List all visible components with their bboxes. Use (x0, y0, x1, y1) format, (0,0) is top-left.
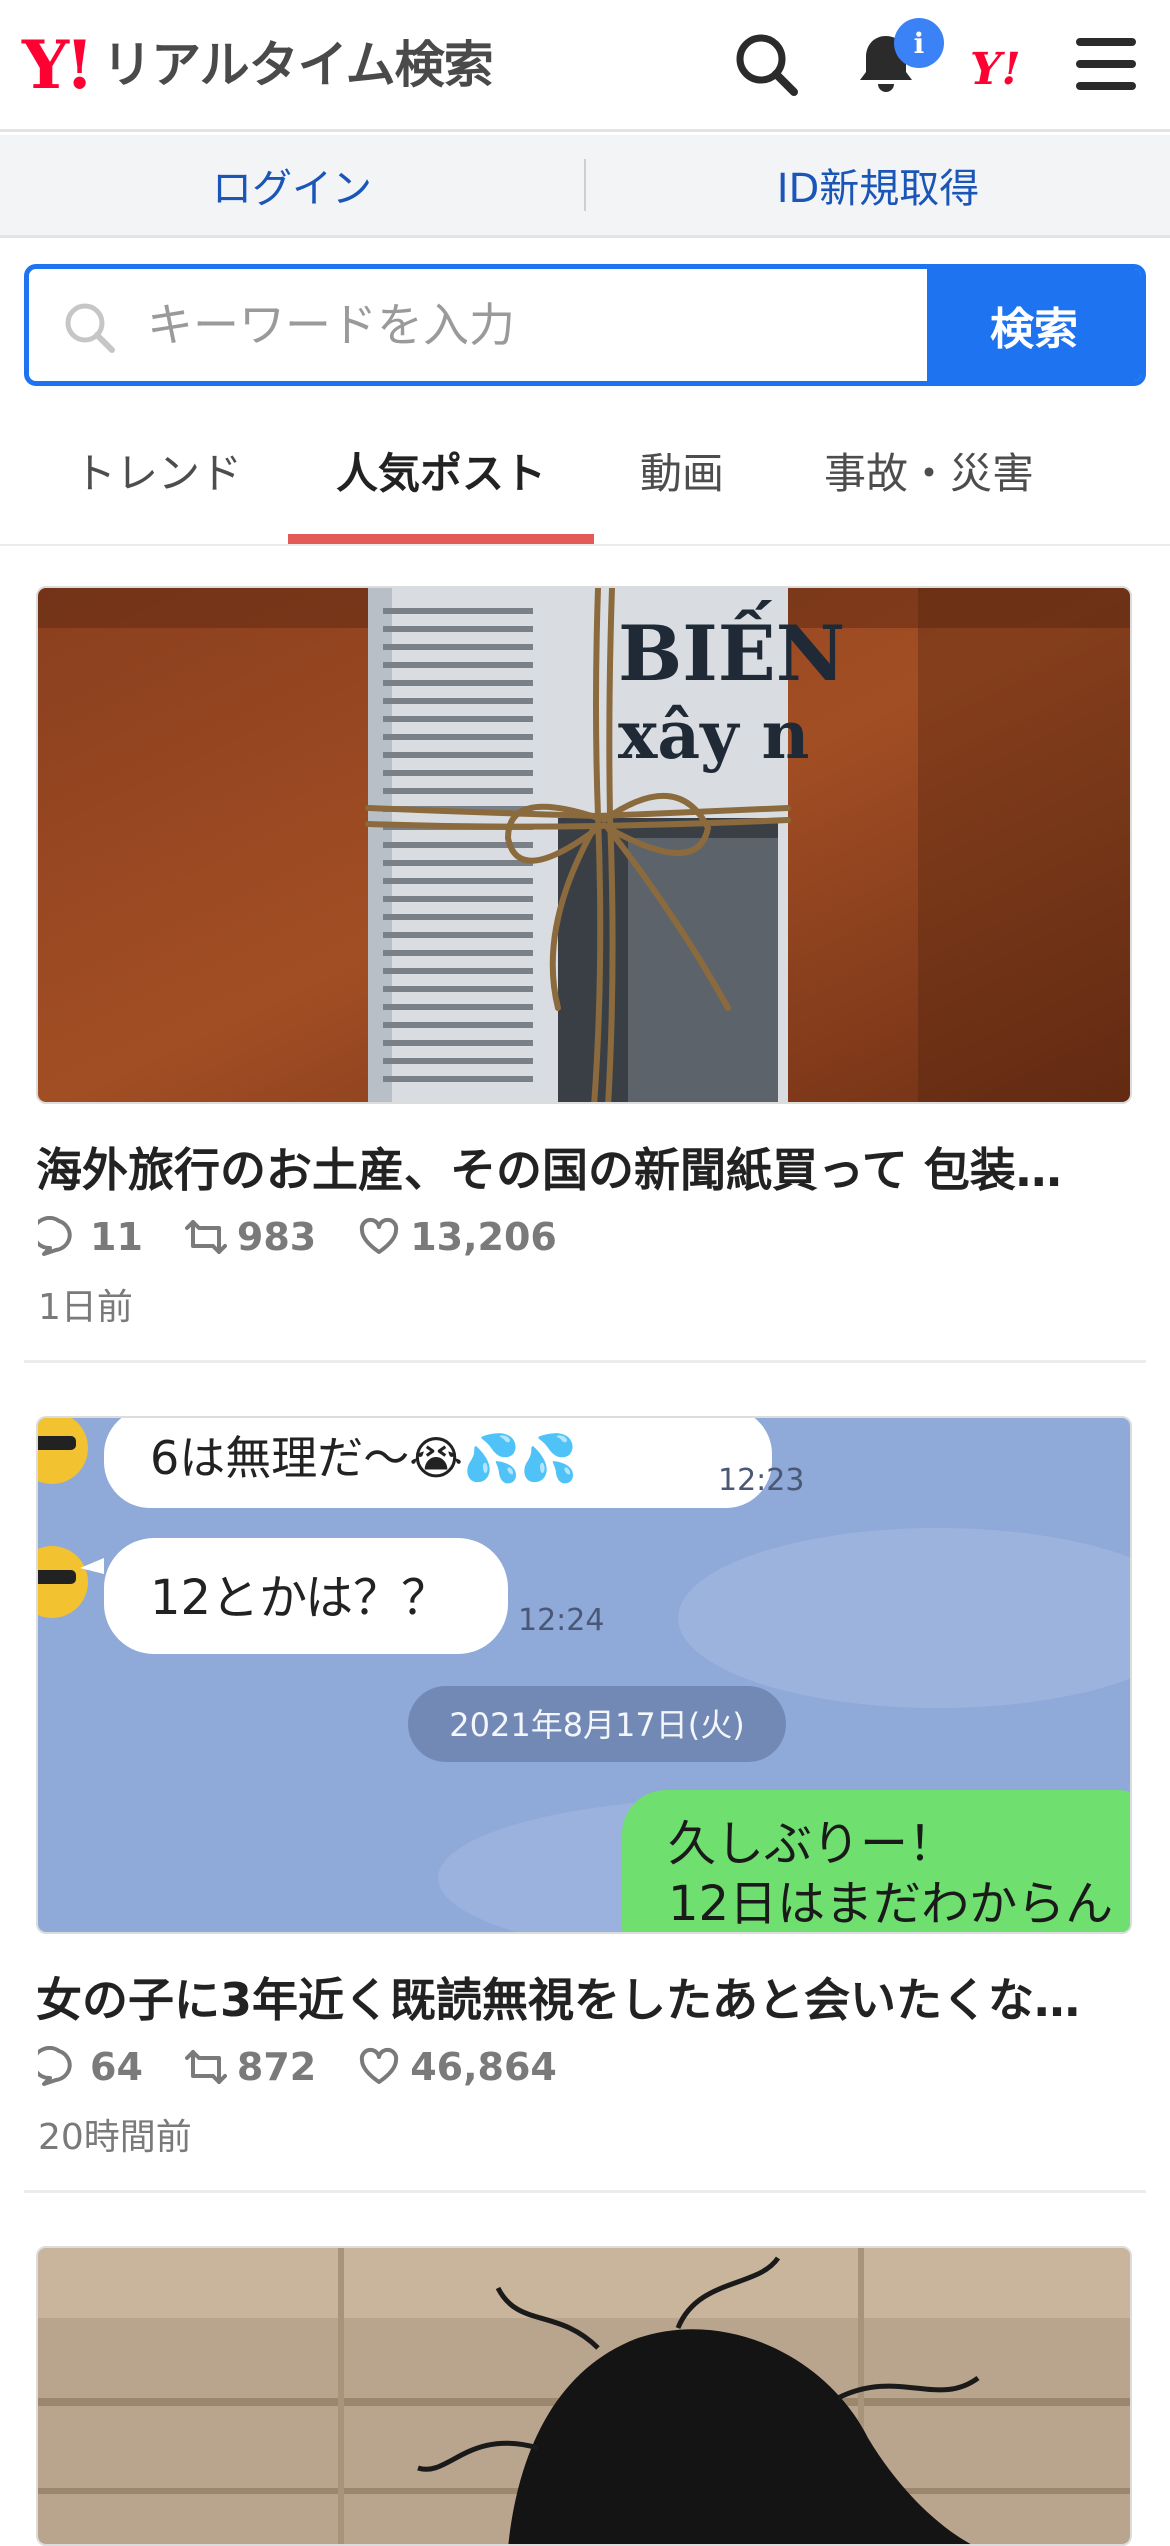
chat-message-1: 6は無理だ〜😭💦💦 (150, 1429, 578, 1486)
post-stats: 64 872 46,864 (38, 2042, 599, 2092)
post-timestamp: 20時間前 (38, 2117, 192, 2158)
post-title[interactable]: 海外旅行のお土産、その国の新聞紙買って 包装… (36, 1134, 1126, 1200)
yahoo-logo-mark: Y! (22, 26, 94, 104)
chat-message-2: 12とかは？？ (150, 1570, 449, 1626)
post-divider (24, 2190, 1146, 2193)
category-tabs: トレンド 人気ポスト 動画 事故・災害 (0, 400, 1170, 546)
post-title[interactable]: 女の子に3年近く既読無視をしたあと会いたくな… (36, 1964, 1126, 2030)
reply-count[interactable]: 11 (38, 1215, 143, 1259)
chat-reply-line-2: 12日はまだわからん (668, 1876, 1113, 1932)
tab-video[interactable]: 動画 (640, 440, 724, 501)
yj-mark: Y! (970, 44, 1021, 95)
yahoo-realtime-logo[interactable]: Y! リアルタイム検索 (22, 26, 494, 104)
tab-trend[interactable]: トレンド (74, 440, 242, 501)
tab-popular-posts[interactable]: 人気ポスト (336, 440, 546, 501)
login-link[interactable]: ログイン (0, 156, 584, 214)
post-timestamp: 1日前 (38, 1287, 133, 1328)
search-icon[interactable] (730, 28, 802, 100)
search-input[interactable] (29, 269, 927, 381)
search-input-icon (65, 303, 115, 353)
reply-count-value: 11 (90, 1215, 143, 1259)
chat-date-pill: 2021年8月17日(火) (449, 1706, 745, 1744)
chat-reply-line-1: 久しぶりー！ (668, 1816, 956, 1872)
newspaper-gift-photo: BIẾN xây n (38, 588, 1130, 1102)
search-box: 検索 (24, 264, 1146, 386)
reply-count[interactable]: 64 (38, 2045, 143, 2089)
like-count-value: 46,864 (410, 2045, 557, 2089)
yahoo-japan-icon[interactable]: Y! (968, 40, 1048, 96)
repost-icon (184, 2050, 227, 2084)
logo-title: リアルタイム検索 (102, 36, 493, 94)
post-divider (24, 1360, 1146, 1363)
repost-count[interactable]: 872 (184, 2045, 317, 2089)
newspaper-headline-1: BIẾN (618, 599, 845, 698)
auth-bar: ログイン ID新規取得 (0, 135, 1170, 238)
reply-count-value: 64 (90, 2045, 143, 2089)
repost-count-value: 872 (236, 2045, 317, 2089)
like-count[interactable]: 46,864 (358, 2045, 557, 2089)
search-input-wrap (29, 269, 927, 381)
like-count-value: 13,206 (410, 1215, 557, 1259)
reply-icon (38, 2046, 72, 2086)
register-link[interactable]: ID新規取得 (586, 156, 1170, 214)
notification-badge: i (894, 18, 944, 68)
reply-icon (38, 1216, 72, 1256)
like-count[interactable]: 13,206 (358, 1215, 557, 1259)
post-image[interactable]: BIẾN xây n (36, 586, 1132, 1104)
post-image[interactable] (36, 2246, 1132, 2546)
menu-icon[interactable] (1070, 28, 1142, 100)
search-button[interactable]: 検索 (927, 269, 1141, 381)
chat-message-2-time: 12:24 (518, 1603, 604, 1638)
repost-count[interactable]: 983 (184, 1215, 317, 1259)
post-stats: 11 983 13,206 (38, 1212, 599, 1262)
post-image[interactable]: 6は無理だ〜😭💦💦 12:23 12とかは？？ 12:24 2021年8月17日… (36, 1416, 1132, 1934)
newspaper-headline-2: xây n (618, 696, 809, 774)
repost-count-value: 983 (236, 1215, 317, 1259)
chat-message-1-time: 12:23 (718, 1463, 804, 1498)
tab-accident-disaster[interactable]: 事故・災害 (824, 440, 1034, 501)
chat-screenshot-photo: 6は無理だ〜😭💦💦 12:23 12とかは？？ 12:24 2021年8月17日… (38, 1418, 1130, 1932)
heart-icon (360, 1217, 399, 1254)
active-tab-indicator (288, 534, 594, 544)
app-header: Y! リアルタイム検索 i Y! (0, 0, 1170, 132)
repost-icon (184, 1220, 227, 1254)
hair-on-floor-photo (38, 2248, 1130, 2544)
heart-icon (360, 2047, 399, 2084)
